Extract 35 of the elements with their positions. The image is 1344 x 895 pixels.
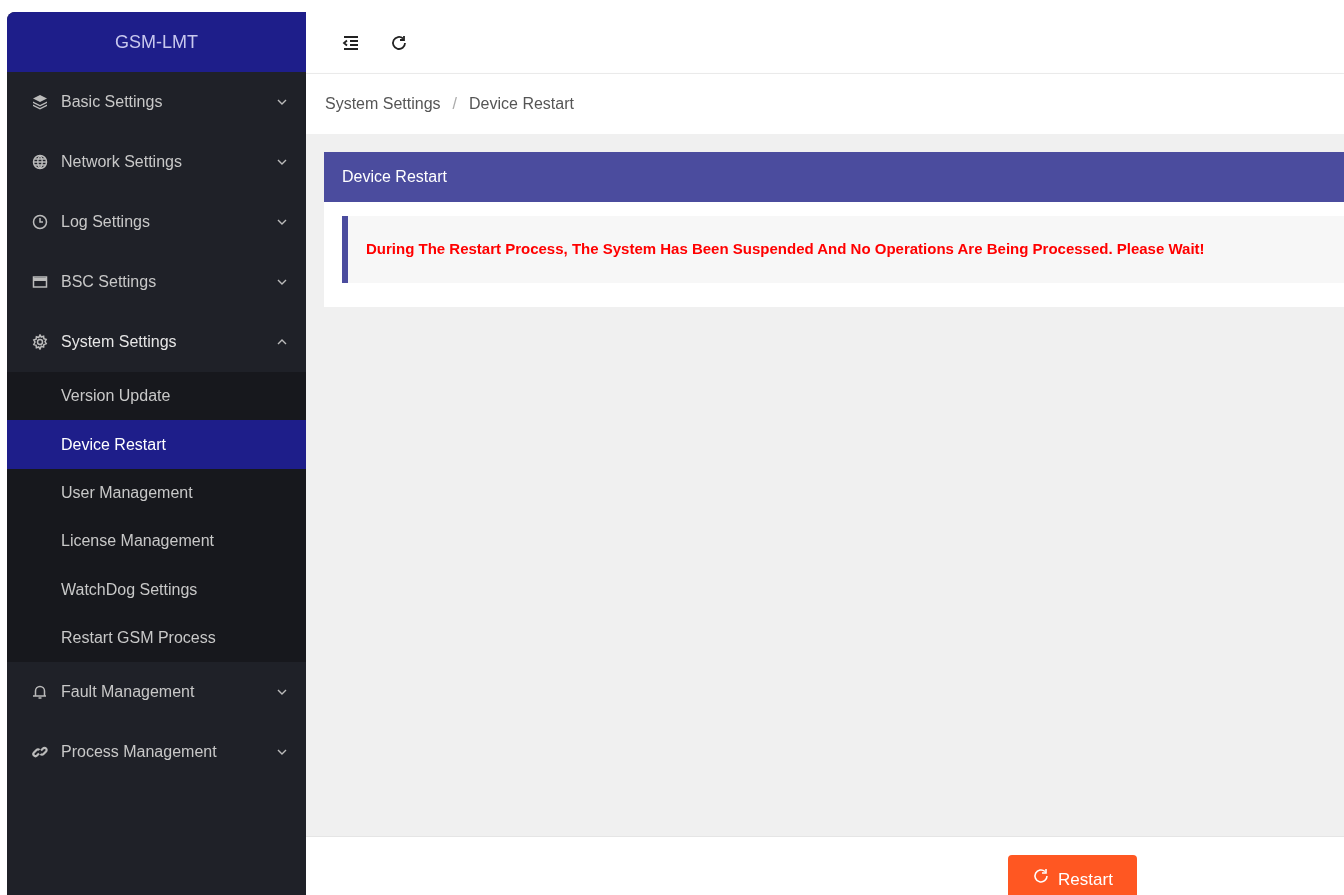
refresh-icon <box>1032 867 1051 885</box>
menu-item[interactable]: Process Management <box>7 722 306 783</box>
breadcrumb-current: Device Restart <box>469 94 574 114</box>
submenu-item[interactable]: Version Update <box>7 372 306 421</box>
card-title: Device Restart <box>342 167 447 187</box>
chevron-down-icon <box>276 278 288 286</box>
clock-icon <box>32 214 48 230</box>
menu-item[interactable]: Network Settings <box>7 132 306 192</box>
submenu-item[interactable]: License Management <box>7 517 306 566</box>
chevron-down-icon <box>276 158 288 166</box>
submenu-item[interactable]: User Management <box>7 468 306 518</box>
submenu-item[interactable]: WatchDog Settings <box>7 565 306 614</box>
breadcrumb-separator: / <box>452 94 458 114</box>
globe-icon <box>32 154 48 170</box>
window-icon <box>32 274 48 290</box>
settings-icon <box>32 334 48 350</box>
app-logo-text: GSM-LMT <box>115 30 198 54</box>
submenu-item[interactable]: Device Restart <box>7 420 306 469</box>
refresh-icon[interactable] <box>390 33 408 52</box>
submenu-item[interactable]: Restart GSM Process <box>7 613 306 663</box>
menu-item[interactable]: Fault Management <box>7 662 306 723</box>
alert-message: During The Restart Process, The System Has Been Suspended And No Operations Are Being Processed. Please Wait! <box>366 239 1205 260</box>
bell-icon <box>32 684 48 701</box>
chevron-down-icon <box>276 688 288 697</box>
chevron-down-icon <box>276 748 288 757</box>
breadcrumb-link[interactable]: System Settings <box>325 92 441 116</box>
chevron-up-icon <box>276 338 288 346</box>
menu-item[interactable]: BSC Settings <box>7 252 306 312</box>
collapse-menu-icon[interactable] <box>342 34 360 51</box>
menu-item[interactable]: Basic Settings <box>7 72 306 132</box>
layers-icon <box>32 94 48 110</box>
chevron-down-icon <box>276 98 288 106</box>
chevron-down-icon <box>276 218 288 226</box>
menu-item[interactable]: Log Settings <box>7 192 306 252</box>
menu-item[interactable]: System Settings <box>7 312 306 372</box>
